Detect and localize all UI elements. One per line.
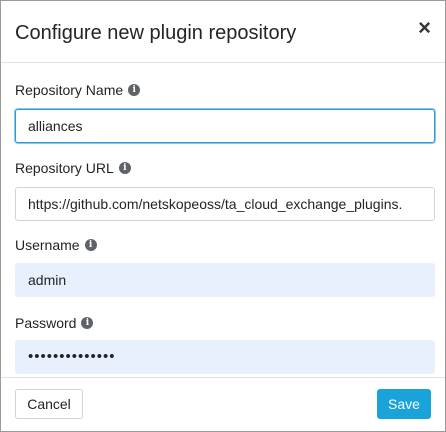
repository-name-label-text: Repository Name (15, 82, 124, 98)
username-label: Username i (15, 236, 97, 254)
save-button[interactable]: Save (377, 389, 431, 419)
username-input[interactable]: admin (15, 263, 435, 297)
close-icon[interactable]: × (418, 17, 431, 39)
repository-name-input[interactable]: alliances (15, 109, 435, 143)
repository-url-label-text: Repository URL (15, 160, 114, 176)
cancel-button[interactable]: Cancel (15, 389, 83, 419)
repository-name-label: Repository Name i (15, 81, 141, 99)
password-label-text: Password (15, 315, 77, 331)
username-label-text: Username (15, 237, 80, 253)
password-input[interactable]: •••••••••••••• (15, 340, 435, 374)
info-icon[interactable]: i (84, 239, 97, 251)
repository-url-input[interactable]: https://github.com/netskopeoss/ta_cloud_… (15, 187, 435, 221)
info-icon[interactable]: i (81, 317, 94, 329)
password-label: Password i (15, 314, 94, 332)
info-icon[interactable]: i (118, 162, 131, 174)
info-icon[interactable]: i (128, 84, 141, 96)
repository-url-label: Repository URL i (15, 159, 131, 177)
plugin-repository-dialog: Configure new plugin repository × Reposi… (0, 0, 446, 432)
dialog-header: Configure new plugin repository × (1, 1, 445, 63)
dialog-title: Configure new plugin repository (15, 22, 297, 44)
dialog-footer-divider (1, 377, 445, 378)
